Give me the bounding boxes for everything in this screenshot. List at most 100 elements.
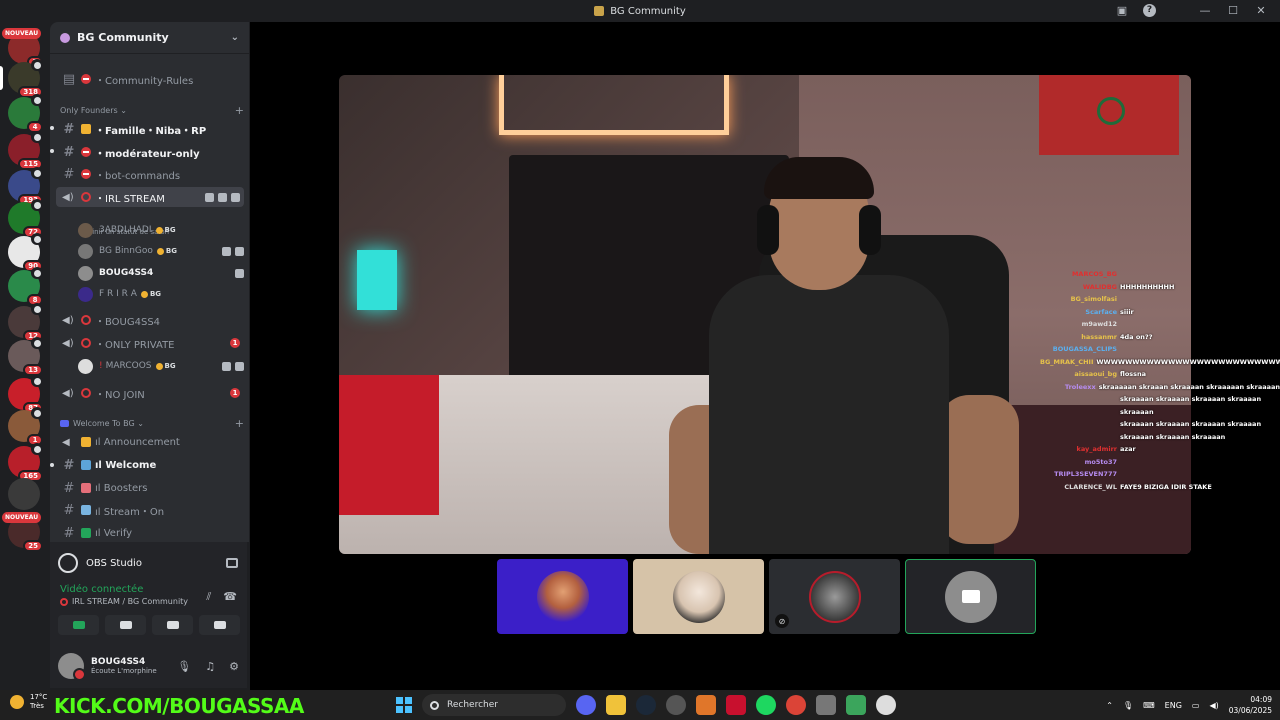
channel-community-rules[interactable]: ▤ ・Community-Rules	[56, 69, 244, 89]
server-icon[interactable]: 72	[8, 199, 43, 238]
soundboard-button[interactable]	[199, 615, 240, 635]
app-icon[interactable]	[696, 695, 716, 715]
search-box[interactable]: Rechercher	[422, 694, 566, 716]
channel-verify[interactable]: # ıl Verify	[56, 523, 244, 542]
participant-tile[interactable]: ⊘	[769, 559, 900, 634]
voice-channel-no-join[interactable]: ◀) ・NO JOIN 1	[56, 383, 244, 403]
obs-app-icon[interactable]	[666, 695, 686, 715]
voice-status[interactable]: Vidéo connectée	[60, 584, 143, 595]
hash-icon: #	[63, 525, 75, 541]
invite-icon[interactable]	[218, 192, 227, 202]
maximize-button[interactable]: ☐	[1226, 3, 1240, 17]
channel-famille[interactable]: # ・Famille・Niba・RP	[56, 119, 244, 139]
server-icon[interactable]: 115	[8, 131, 43, 170]
voice-channel-boug4ss4[interactable]: ◀) ・BOUG4SS4	[56, 310, 244, 330]
channel-bot-commands[interactable]: # ・bot-commands	[56, 164, 244, 184]
activity-obs[interactable]: OBS Studio	[58, 548, 238, 578]
keyboard-icon[interactable]: ⌨	[1143, 701, 1155, 710]
microphone-icon[interactable]: 🎙︎	[1123, 701, 1133, 710]
close-button[interactable]: ✕	[1254, 3, 1268, 17]
gear-icon[interactable]	[231, 192, 240, 202]
voice-user[interactable]: BOUG4SS4	[78, 263, 244, 283]
noise-suppression-icon[interactable]: ⫽	[206, 590, 211, 604]
headphones-icon[interactable]: ♫	[205, 660, 215, 673]
avatar[interactable]	[58, 653, 86, 681]
voice-channel-only-private[interactable]: ◀) ・ONLY PRIVATE 1	[56, 333, 244, 353]
voice-user[interactable]: BG BinnGoo BG	[78, 241, 244, 261]
voice-user[interactable]: F R I R A BG	[78, 284, 244, 304]
chrome-icon[interactable]	[786, 695, 806, 715]
hash-icon: #	[63, 502, 75, 518]
new-badge: NOUVEAU	[2, 512, 42, 523]
add-channel-icon[interactable]: +	[235, 417, 244, 430]
tag-badge: BG	[141, 290, 161, 298]
server-icon[interactable]: 193	[8, 167, 43, 206]
spotify-icon[interactable]	[756, 695, 776, 715]
server-icon[interactable]: 87	[8, 375, 43, 414]
voice-channel-irl-stream[interactable]: ◀) ・IRL STREAM	[56, 187, 244, 207]
volume-icon[interactable]: ◀)	[1209, 701, 1218, 710]
category-only-founders[interactable]: Only Founders ⌄ +	[60, 102, 244, 118]
server-icon[interactable]: 25 NOUVEAU	[2, 512, 43, 552]
stream-preview-icon[interactable]	[226, 558, 238, 568]
hash-icon: #	[63, 166, 75, 182]
channel-welcome[interactable]: # ıl Welcome	[56, 455, 244, 475]
participant-tile[interactable]	[497, 559, 628, 634]
help-icon[interactable]: ?	[1143, 3, 1156, 17]
screen-share-button[interactable]	[105, 615, 146, 635]
language-indicator[interactable]: ENG	[1165, 701, 1182, 710]
server-icon[interactable]	[8, 478, 40, 510]
activities-button[interactable]	[152, 615, 193, 635]
voice-panel: OBS Studio Vidéo connectée IRL STREAM / …	[50, 542, 247, 688]
inbox-icon[interactable]: ▣	[1115, 3, 1129, 17]
server-icon[interactable]: 4	[8, 94, 43, 133]
server-icon[interactable]: 318	[8, 59, 43, 98]
discord-app-icon[interactable]	[576, 695, 596, 715]
guild-header[interactable]: BG Community ⌄	[50, 22, 249, 54]
server-icon[interactable]: 165	[8, 443, 43, 482]
account-name[interactable]: BOUG4SS4	[91, 657, 157, 667]
chat-icon[interactable]	[205, 192, 214, 202]
chat-text: azar	[1120, 445, 1136, 453]
minimize-button[interactable]: —	[1198, 3, 1212, 17]
server-icon[interactable]: 1	[8, 407, 43, 446]
channel-moderateur-only[interactable]: # ・modérateur-only	[56, 142, 244, 162]
camera-button[interactable]	[58, 615, 99, 635]
participant-tile[interactable]	[905, 559, 1036, 634]
clock[interactable]: 04:09 03/06/2025	[1229, 694, 1272, 716]
taskbar-apps	[576, 695, 896, 715]
voice-activity-icon	[31, 407, 43, 419]
steam-icon[interactable]	[636, 695, 656, 715]
speaker-icon: ◀)	[62, 337, 74, 349]
mention-badge: 25	[23, 540, 43, 552]
voice-user[interactable]: 3ABDLHADI BG	[78, 220, 244, 240]
network-icon[interactable]: ▭	[1192, 701, 1200, 710]
channel-stream-on[interactable]: # ıl Stream・On	[56, 500, 244, 520]
soundboard-icon	[213, 621, 226, 629]
chat-username: WALIDBG	[1082, 282, 1117, 291]
chat-text: skraaaan skraaaan skraaaan	[1120, 432, 1226, 441]
microphone-icon[interactable]: 🎙︎	[177, 660, 191, 673]
disconnect-icon[interactable]: ☎	[223, 590, 237, 604]
title-bar: BG Community ▣ ? — ☐ ✕	[0, 0, 1280, 22]
app-icon[interactable]	[726, 695, 746, 715]
chevron-up-icon[interactable]: ⌃	[1106, 701, 1113, 710]
file-explorer-icon[interactable]	[606, 695, 626, 715]
start-button[interactable]	[396, 697, 412, 713]
server-icon[interactable]: 90	[8, 233, 43, 272]
server-icon[interactable]: 8	[8, 267, 43, 306]
app-icon[interactable]	[876, 695, 896, 715]
server-icon[interactable]: 12	[8, 303, 43, 342]
app-icon[interactable]	[816, 695, 836, 715]
add-channel-icon[interactable]: +	[235, 104, 244, 117]
participant-tile[interactable]	[633, 559, 764, 634]
voice-user-marcoos[interactable]: ! MARCOOS BG	[78, 356, 244, 376]
voice-location[interactable]: IRL STREAM / BG Community	[60, 597, 188, 606]
channel-boosters[interactable]: # ıl Boosters	[56, 478, 244, 498]
weather-widget[interactable]: 17°C Très	[10, 693, 47, 711]
gear-icon[interactable]: ⚙	[229, 660, 239, 673]
app-icon[interactable]	[846, 695, 866, 715]
channel-announcement[interactable]: ◀ ıl Announcement	[56, 432, 244, 452]
category-welcome-to-bg[interactable]: Welcome To BG ⌄ +	[60, 415, 244, 431]
server-icon[interactable]: 13	[8, 337, 43, 376]
